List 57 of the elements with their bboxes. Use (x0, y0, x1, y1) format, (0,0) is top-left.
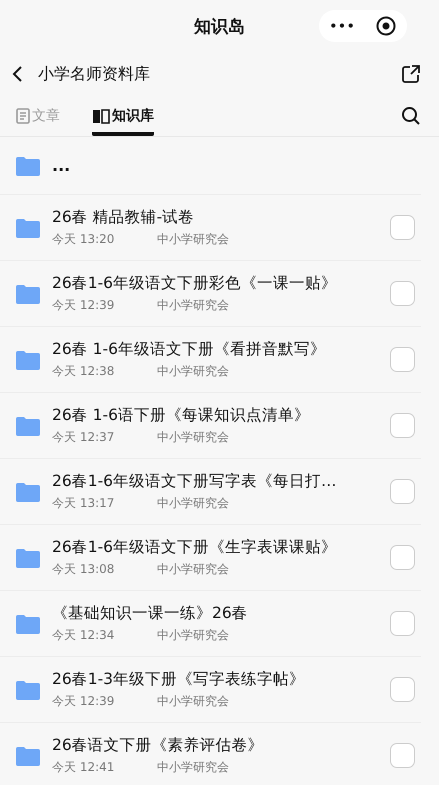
folder-author: 中小学研究会 (157, 561, 229, 578)
folder-author: 中小学研究会 (157, 693, 229, 710)
folder-time: 今天 12:39 (52, 297, 116, 314)
folder-author: 中小学研究会 (157, 759, 229, 776)
folder-name[interactable]: 26春 1-6年级语文下册《看拼音默写》 (52, 339, 378, 360)
more-button[interactable]: ••• (329, 19, 356, 33)
folder-author: 中小学研究会 (157, 495, 229, 512)
folder-icon (16, 548, 40, 568)
folder-author: 中小学研究会 (157, 297, 229, 314)
close-icon[interactable] (376, 16, 396, 36)
tab[interactable]: 知识库 (92, 96, 154, 136)
folder-icon (16, 614, 40, 634)
folder-name[interactable]: 26春1-6年级语文下册彩色《一课一贴》 (52, 273, 378, 294)
folder-author: 中小学研究会 (157, 429, 229, 446)
checkbox[interactable] (390, 215, 415, 240)
folder-name[interactable]: 《基础知识一课一练》26春 (52, 603, 378, 624)
checkbox[interactable] (390, 413, 415, 438)
page-title: 小学名师资料库 (38, 64, 151, 84)
folder-icon (16, 680, 40, 700)
folder-icon (16, 156, 40, 176)
checkbox[interactable] (390, 677, 415, 702)
folder-name[interactable]: 26春1-6年级语文下册《生字表课课贴》 (52, 537, 378, 558)
folder-time: 今天 13:20 (52, 231, 116, 248)
folder-icon (16, 482, 40, 502)
folder-author: 中小学研究会 (157, 627, 229, 644)
checkbox[interactable] (390, 545, 415, 570)
folder-time: 今天 13:17 (52, 495, 116, 512)
folder-author: 中小学研究会 (157, 231, 229, 248)
folder-time: 今天 12:38 (52, 363, 116, 380)
folder-time: 今天 12:37 (52, 429, 116, 446)
folder-icon (16, 746, 40, 766)
search-icon[interactable] (401, 106, 421, 126)
folder-name[interactable]: 26春语文下册《素养评估卷》 (52, 735, 378, 756)
folder-icon (16, 218, 40, 238)
folder-time: 今天 12:34 (52, 627, 116, 644)
checkbox[interactable] (390, 347, 415, 372)
checkbox[interactable] (390, 281, 415, 306)
parent-folder-link[interactable]: ... (52, 156, 70, 175)
folder-icon (16, 284, 40, 304)
folder-name[interactable]: 26春1-3年级下册《写字表练字帖》 (52, 669, 378, 690)
folder-time: 今天 13:08 (52, 561, 116, 578)
folder-author: 中小学研究会 (157, 363, 229, 380)
folder-icon (16, 416, 40, 436)
folder-name[interactable]: 26春 精品教辅-试卷 (52, 207, 378, 228)
folder-name[interactable]: 26春 1-6语下册《每课知识点清单》 (52, 405, 378, 426)
checkbox[interactable] (390, 611, 415, 636)
checkbox[interactable] (390, 479, 415, 504)
document-icon (16, 108, 30, 124)
window-title: 知识岛 (194, 16, 245, 38)
checkbox[interactable] (390, 743, 415, 768)
share-icon[interactable] (401, 64, 421, 84)
folder-name[interactable]: 26春1-6年级语文下册写字表《每日打… (52, 471, 378, 492)
folder-time: 今天 12:39 (52, 693, 116, 710)
folder-time: 今天 12:41 (52, 759, 116, 776)
book-icon (92, 108, 110, 124)
folder-icon (16, 350, 40, 370)
back-icon[interactable] (12, 65, 24, 83)
